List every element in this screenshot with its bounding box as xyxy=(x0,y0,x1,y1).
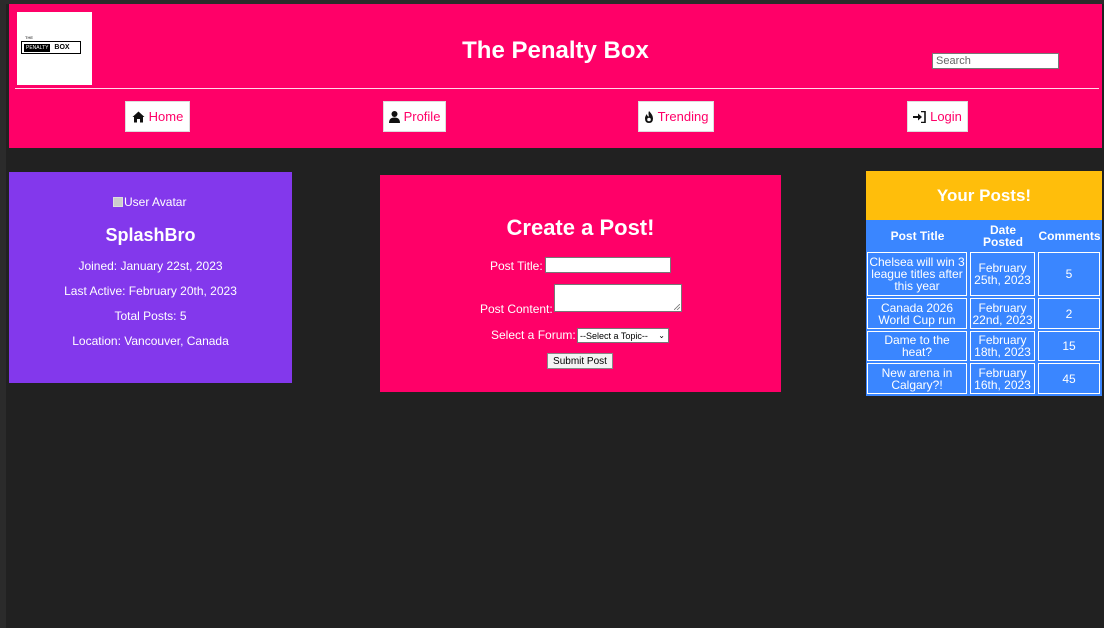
submit-post-button[interactable]: Submit Post xyxy=(547,353,613,369)
post-comments-cell: 45 xyxy=(1038,363,1100,394)
post-content-textarea[interactable] xyxy=(554,284,682,312)
broken-image-icon xyxy=(113,197,123,207)
profile-card: User Avatar SplashBro Joined: January 22… xyxy=(9,172,292,383)
column-header-comments: Comments xyxy=(1038,229,1101,243)
avatar-alt-text: User Avatar xyxy=(124,195,187,209)
nav-trending-label: Trending xyxy=(657,109,709,124)
column-header-post-title: Post Title xyxy=(890,229,945,243)
fire-icon xyxy=(644,110,654,123)
sign-in-icon xyxy=(913,110,926,123)
post-title-cell[interactable]: Chelsea will win 3 league titles after t… xyxy=(867,252,967,296)
nav-home-label: Home xyxy=(148,109,184,124)
post-title-input[interactable] xyxy=(545,257,671,273)
post-title-label: Post Title: xyxy=(490,259,543,273)
resize-handle-icon[interactable] xyxy=(674,304,680,310)
home-icon xyxy=(132,111,145,123)
post-comments-cell: 5 xyxy=(1038,252,1100,296)
post-date-cell: February 22nd, 2023 xyxy=(970,298,1035,329)
profile-username: SplashBro xyxy=(105,225,196,245)
profile-location: Location: Vancouver, Canada xyxy=(72,334,229,348)
post-date-cell: February 18th, 2023 xyxy=(970,331,1035,361)
post-date-cell: February 25th, 2023 xyxy=(970,252,1035,296)
nav-home-button[interactable]: Home xyxy=(125,101,190,132)
avatar: User Avatar xyxy=(113,195,186,209)
chevron-down-icon: ⌄ xyxy=(658,331,665,340)
search-input[interactable] xyxy=(932,53,1059,69)
post-comments-cell: 2 xyxy=(1038,298,1100,329)
create-post-form: Create a Post! Post Title: Post Content:… xyxy=(380,175,781,392)
header-divider xyxy=(15,88,1099,89)
post-content-label: Post Content: xyxy=(480,302,553,316)
create-post-title: Create a Post! xyxy=(506,215,655,240)
profile-joined: Joined: January 22st, 2023 xyxy=(78,259,223,273)
forum-select-value: --Select a Topic-- xyxy=(580,330,648,341)
profile-total-posts: Total Posts: 5 xyxy=(114,309,187,323)
forum-select[interactable]: --Select a Topic-- ⌄ xyxy=(577,328,669,343)
nav-login-button[interactable]: Login xyxy=(907,101,968,132)
post-date-cell: February 16th, 2023 xyxy=(970,363,1035,394)
post-comments-cell: 15 xyxy=(1038,331,1100,361)
your-posts-title: Your Posts! xyxy=(866,171,1102,220)
site-header: THE PENALTY BOX The Penalty Box Home Pro… xyxy=(9,4,1102,148)
nav-trending-button[interactable]: Trending xyxy=(638,101,714,132)
profile-last-active: Last Active: February 20th, 2023 xyxy=(64,284,237,298)
post-title-cell[interactable]: Dame to the heat? xyxy=(867,331,967,361)
nav-login-label: Login xyxy=(930,109,962,124)
column-header-date-posted: Date Posted xyxy=(982,223,1023,249)
post-title-cell[interactable]: Canada 2026 World Cup run xyxy=(867,298,967,329)
nav-profile-label: Profile xyxy=(403,109,441,124)
user-icon xyxy=(388,110,400,123)
forum-label: Select a Forum: xyxy=(491,328,576,342)
post-title-cell[interactable]: New arena in Calgary?! xyxy=(867,363,967,394)
your-posts-panel: Your Posts! Post Title Date Posted Comme… xyxy=(866,171,1102,396)
nav-profile-button[interactable]: Profile xyxy=(383,101,446,132)
